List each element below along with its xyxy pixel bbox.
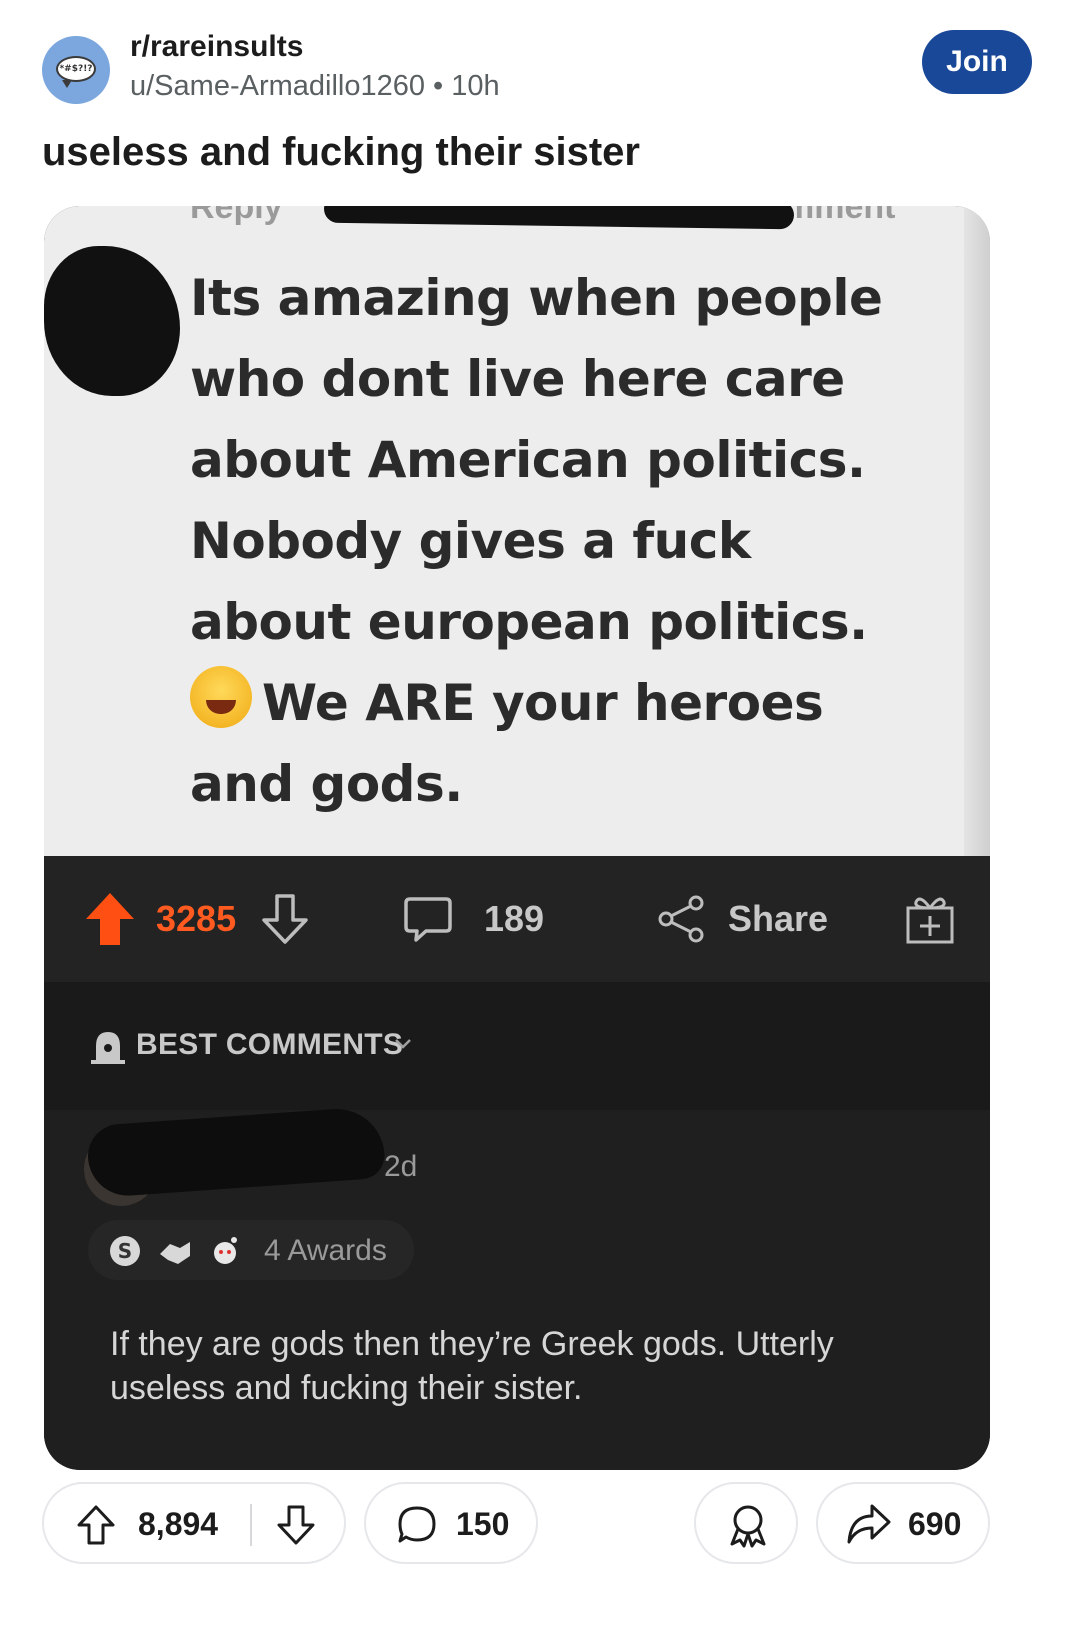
redacted-avatar <box>44 246 180 396</box>
post-header: *#$?!? r/rareinsults u/Same-Armadillo126… <box>42 30 1036 110</box>
upvote-button[interactable] <box>76 1504 116 1551</box>
quoted-line: and gods. <box>190 755 463 813</box>
share-arrow-icon <box>846 1502 892 1551</box>
quoted-line: Nobody gives a fuck <box>190 512 751 570</box>
chevron-down-icon <box>392 1032 414 1059</box>
image-edge <box>964 206 990 856</box>
post-image[interactable]: Reply mment Its amazing when people who … <box>44 206 990 1470</box>
screenshot-comment-area: Reply mment Its amazing when people who … <box>44 206 990 856</box>
bubble-tail <box>62 80 72 88</box>
silver-award-icon: S <box>108 1234 142 1268</box>
comment-icon <box>396 1504 438 1551</box>
quoted-comment: Its amazing when people who dont live he… <box>190 258 950 825</box>
alert-bell-icon <box>88 1026 128 1073</box>
award-icon <box>726 1502 770 1553</box>
reply-fragment: Reply <box>190 206 283 226</box>
vote-divider <box>250 1504 252 1546</box>
post-meta: u/Same-Armadillo1260 • 10h <box>130 70 500 103</box>
redaction-scribble <box>323 206 795 230</box>
screenshot-comment: 2d S 4 Awards If they are gods then they… <box>44 1105 990 1470</box>
comment-icon <box>402 856 454 982</box>
snoo-award-icon <box>208 1234 242 1268</box>
comments-count: 150 <box>456 1506 510 1542</box>
comment-sort-bar: BEST COMMENTS <box>44 982 990 1110</box>
downvote-button[interactable] <box>276 1504 316 1551</box>
quoted-line: about American politics. <box>190 431 866 489</box>
sort-label: BEST COMMENTS <box>136 1028 404 1061</box>
post-score: 8,894 <box>138 1506 219 1542</box>
quoted-line: Its amazing when people <box>190 269 883 327</box>
quoted-line: We ARE your heroes <box>262 674 824 732</box>
quoted-line-emoji: We ARE your heroes <box>190 663 950 744</box>
vote-pill: 8,894 <box>42 1482 346 1564</box>
award-button[interactable] <box>694 1482 798 1564</box>
share-count: 690 <box>908 1506 962 1542</box>
quoted-line: who dont live here care <box>190 350 845 408</box>
subreddit-avatar[interactable]: *#$?!? <box>42 36 110 104</box>
comments-button[interactable]: 150 <box>364 1482 538 1564</box>
post-title[interactable]: useless and fucking their sister <box>42 130 640 175</box>
post-action-bar: 8,894 150 690 <box>42 1482 990 1564</box>
join-button[interactable]: Join <box>922 30 1032 94</box>
laughing-emoji-icon <box>190 666 252 728</box>
comment-fragment: mment <box>784 206 896 226</box>
quoted-line: about european politics. <box>190 593 868 651</box>
vote-count: 3285 <box>156 898 237 939</box>
comment-body: If they are gods then they’re Greek gods… <box>110 1325 834 1407</box>
post-age: 10h <box>451 70 500 102</box>
awards-count: 4 Awards <box>264 1234 387 1267</box>
screenshot-action-row: 3285 189 Share <box>44 856 990 982</box>
awards-pill: S 4 Awards <box>88 1220 414 1280</box>
speech-bubble-avatar-icon: *#$?!? <box>56 56 96 82</box>
redacted-username <box>85 1105 387 1199</box>
share-button[interactable]: 690 <box>816 1482 990 1564</box>
meta-separator: • <box>433 70 444 102</box>
comment-count: 189 <box>484 898 545 939</box>
share-label: Share <box>728 898 829 939</box>
share-icon <box>656 856 708 982</box>
svg-text:S: S <box>118 1239 132 1263</box>
gift-icon <box>904 856 956 982</box>
subreddit-name[interactable]: r/rareinsults <box>130 30 303 64</box>
upvote-icon <box>84 856 136 982</box>
author-link[interactable]: u/Same-Armadillo1260 <box>130 70 425 102</box>
comment-time: 2d <box>384 1150 418 1183</box>
handshake-award-icon <box>158 1234 192 1268</box>
downvote-icon <box>260 856 310 982</box>
